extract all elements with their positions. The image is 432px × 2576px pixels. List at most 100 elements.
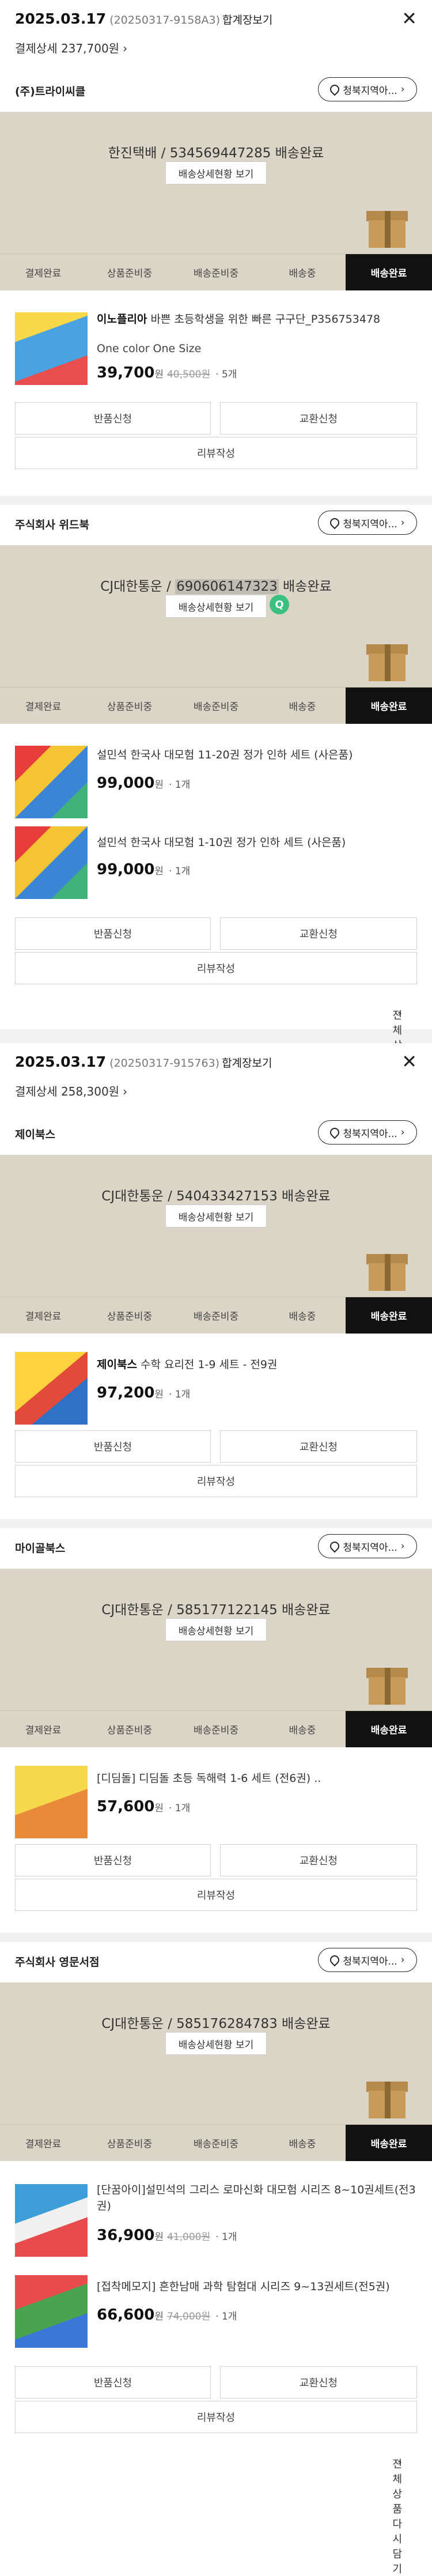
exchange-button[interactable]: 교환신청 bbox=[220, 402, 417, 435]
step-preparing: 상품준비중 bbox=[107, 1311, 153, 1323]
product-image[interactable] bbox=[15, 826, 88, 899]
product-price: 99,000원 · 1개 bbox=[97, 775, 190, 792]
step-preparing: 상품준비중 bbox=[107, 701, 153, 713]
seller-block: 주식회사 위드북 청북지역아... › CJ대한통운 / 690606147323… bbox=[0, 505, 432, 1127]
order-header: 2025.03.17 (20250317-915763) 합계장보기 ✕ 결제상세 … bbox=[0, 1043, 432, 1115]
seller-block: (주)트라이씨클 청북지역아... › 한진택배 / 534569447285 배… bbox=[0, 71, 432, 496]
product-title[interactable]: [디딤돌] 디딤돌 초등 독해력 1-6 세트 (전6권) .. bbox=[97, 1770, 417, 1786]
seller-header: 주식회사 위드북 청북지역아... › bbox=[0, 505, 432, 545]
product-item[interactable]: 이노플리아 바쁜 초등학생을 위한 빠른 구구단_P356753478 One … bbox=[0, 290, 432, 394]
payment-detail-link[interactable]: 결제상세 237,700원 › bbox=[15, 39, 127, 56]
product-item[interactable]: [디딤돌] 디딤돌 초등 독해력 1-6 세트 (전6권) .. 57,600원… bbox=[0, 1747, 432, 1844]
track-detail-button[interactable]: 배송상세현황 보기 bbox=[165, 1204, 267, 1227]
product-image[interactable] bbox=[15, 746, 88, 818]
delivery-steps: 결제완료 상품준비중 배송준비중 배송중 배송완료 bbox=[0, 1297, 432, 1334]
tracking-number[interactable]: 690606147323 bbox=[175, 579, 279, 594]
product-price: 36,900원 41,000원 · 1개 bbox=[97, 2227, 237, 2244]
seller-name: 마이골북스 bbox=[15, 1542, 66, 1555]
product-item[interactable]: [단꿈아이]설민석의 그리스 로마신화 대모험 시리즈 8~10권세트(전3권)… bbox=[0, 2161, 432, 2269]
close-icon[interactable]: ✕ bbox=[401, 1052, 417, 1071]
chevron-right-icon: › bbox=[397, 2456, 402, 2468]
courier-name: CJ대한통운 / bbox=[100, 579, 176, 594]
product-item[interactable]: 설민석 한국사 대모험 1-10권 정가 인하 세트 (사은품) 99,000원… bbox=[0, 821, 432, 917]
reorder-all-link[interactable]: 전체상품 다시담기 › bbox=[0, 987, 432, 1127]
track-detail-button[interactable]: 배송상세현황 보기 bbox=[165, 2032, 267, 2055]
region-button[interactable]: 청북지역아... › bbox=[318, 1120, 417, 1145]
exchange-button[interactable]: 교환신청 bbox=[220, 2366, 417, 2399]
product-brand: 제이북스 bbox=[97, 1358, 137, 1371]
order-tag[interactable]: 합계장보기 bbox=[222, 1057, 272, 1070]
product-image[interactable] bbox=[15, 1352, 88, 1425]
payment-detail-link[interactable]: 결제상세 258,300원 › bbox=[15, 1082, 127, 1099]
original-price: 40,500원 bbox=[166, 369, 211, 380]
product-title[interactable]: 이노플리아 바쁜 초등학생을 위한 빠른 구구단_P356753478 bbox=[97, 311, 417, 327]
product-title[interactable]: 제이북스 수학 요리전 1-9 세트 - 전9권 bbox=[97, 1357, 417, 1373]
product-image[interactable] bbox=[15, 1766, 88, 1838]
product-image[interactable] bbox=[15, 2275, 88, 2348]
delivery-steps: 결제완료 상품준비중 배송준비중 배송중 배송완료 bbox=[0, 687, 432, 724]
reorder-all-link[interactable]: 전체상품 다시담기 › bbox=[0, 2435, 432, 2575]
close-icon[interactable]: ✕ bbox=[401, 9, 417, 28]
product-image[interactable] bbox=[15, 2184, 88, 2257]
courier-status: 배송완료 bbox=[278, 579, 332, 594]
chevron-right-icon: › bbox=[400, 517, 405, 528]
chevron-right-icon: › bbox=[397, 1007, 402, 1019]
action-row: 반품신청 교환신청 bbox=[0, 1844, 432, 1879]
return-button[interactable]: 반품신청 bbox=[15, 917, 211, 950]
order-tag[interactable]: 합계장보기 bbox=[222, 14, 272, 27]
price-unit: 원 bbox=[154, 2311, 164, 2322]
location-pin-icon bbox=[328, 516, 342, 530]
action-row: 반품신청 교환신청 bbox=[0, 402, 432, 437]
step-paid: 결제완료 bbox=[25, 1725, 62, 1736]
product-image[interactable] bbox=[15, 312, 88, 385]
payment-detail-label: 결제상세 237,700원 bbox=[15, 41, 120, 55]
search-q-icon[interactable]: Q bbox=[270, 595, 289, 614]
review-button[interactable]: 리뷰작성 bbox=[15, 2401, 417, 2433]
order-date-text: 2025.03.17 bbox=[15, 10, 107, 27]
region-button[interactable]: 청북지역아... › bbox=[318, 511, 417, 535]
exchange-button[interactable]: 교환신청 bbox=[220, 1844, 417, 1876]
region-label: 청북지역아... bbox=[343, 1542, 397, 1554]
step-delivered: 배송완료 bbox=[346, 1711, 432, 1747]
product-item[interactable]: [접착메모지] 흔한남매 과학 탐험대 시리즈 9~13권세트(전5권) 66,… bbox=[0, 2269, 432, 2366]
product-item[interactable]: 설민석 한국사 대모험 11-20권 정가 인하 세트 (사은품) 99,000… bbox=[0, 724, 432, 821]
return-button[interactable]: 반품신청 bbox=[15, 402, 211, 435]
exchange-button[interactable]: 교환신청 bbox=[220, 917, 417, 950]
track-detail-button[interactable]: 배송상세현황 보기 bbox=[165, 161, 267, 184]
separator bbox=[0, 1519, 432, 1528]
action-row: 반품신청 교환신청 bbox=[0, 2366, 432, 2401]
review-button[interactable]: 리뷰작성 bbox=[15, 437, 417, 469]
order-date: 2025.03.17 (20250317-915763) 합계장보기 bbox=[15, 1053, 272, 1070]
product-title[interactable]: 설민석 한국사 대모험 1-10권 정가 인하 세트 (사은품) bbox=[97, 834, 417, 851]
review-button[interactable]: 리뷰작성 bbox=[15, 1879, 417, 1911]
product-title[interactable]: 설민석 한국사 대모험 11-20권 정가 인하 세트 (사은품) bbox=[97, 747, 417, 763]
review-button[interactable]: 리뷰작성 bbox=[15, 952, 417, 984]
step-shipping: 배송중 bbox=[289, 2139, 316, 2150]
review-button[interactable]: 리뷰작성 bbox=[15, 1465, 417, 1497]
delivery-status-panel: CJ대한통운 / 585176284783 배송완료 배송상세현황 보기 결제완… bbox=[0, 1982, 432, 2161]
original-price: 41,000원 bbox=[166, 2231, 211, 2243]
region-button[interactable]: 청북지역아... › bbox=[318, 77, 417, 101]
region-button[interactable]: 청북지역아... › bbox=[318, 1948, 417, 1972]
exchange-button[interactable]: 교환신청 bbox=[220, 1430, 417, 1463]
seller-name: 제이북스 bbox=[15, 1128, 55, 1141]
return-button[interactable]: 반품신청 bbox=[15, 1844, 211, 1876]
product-item[interactable]: 제이북스 수학 요리전 1-9 세트 - 전9권 97,200원 · 1개 bbox=[0, 1334, 432, 1430]
separator bbox=[0, 1933, 432, 1942]
location-pin-icon bbox=[328, 1539, 342, 1553]
product-title[interactable]: [단꿈아이]설민석의 그리스 로마신화 대모험 시리즈 8~10권세트(전3권) bbox=[97, 2182, 417, 2214]
step-delivered: 배송완료 bbox=[346, 254, 432, 290]
price-value: 99,000 bbox=[97, 861, 155, 878]
return-button[interactable]: 반품신청 bbox=[15, 2366, 211, 2399]
product-title[interactable]: [접착메모지] 흔한남매 과학 탐험대 시리즈 9~13권세트(전5권) bbox=[97, 2279, 417, 2295]
step-shipping: 배송중 bbox=[289, 1725, 316, 1736]
courier-info: CJ대한통운 / 540433427153 배송완료 bbox=[101, 1189, 331, 1204]
delivery-status-panel: 한진택배 / 534569447285 배송완료 배송상세현황 보기 결제완료 … bbox=[0, 112, 432, 290]
chevron-right-icon: › bbox=[123, 1085, 128, 1098]
region-button[interactable]: 청북지역아... › bbox=[318, 1534, 417, 1558]
track-detail-button[interactable]: 배송상세현황 보기 bbox=[165, 595, 267, 618]
track-detail-button[interactable]: 배송상세현황 보기 bbox=[165, 1618, 267, 1641]
chevron-right-icon: › bbox=[400, 84, 405, 95]
return-button[interactable]: 반품신청 bbox=[15, 1430, 211, 1463]
product-qty: · 1개 bbox=[215, 2311, 237, 2322]
